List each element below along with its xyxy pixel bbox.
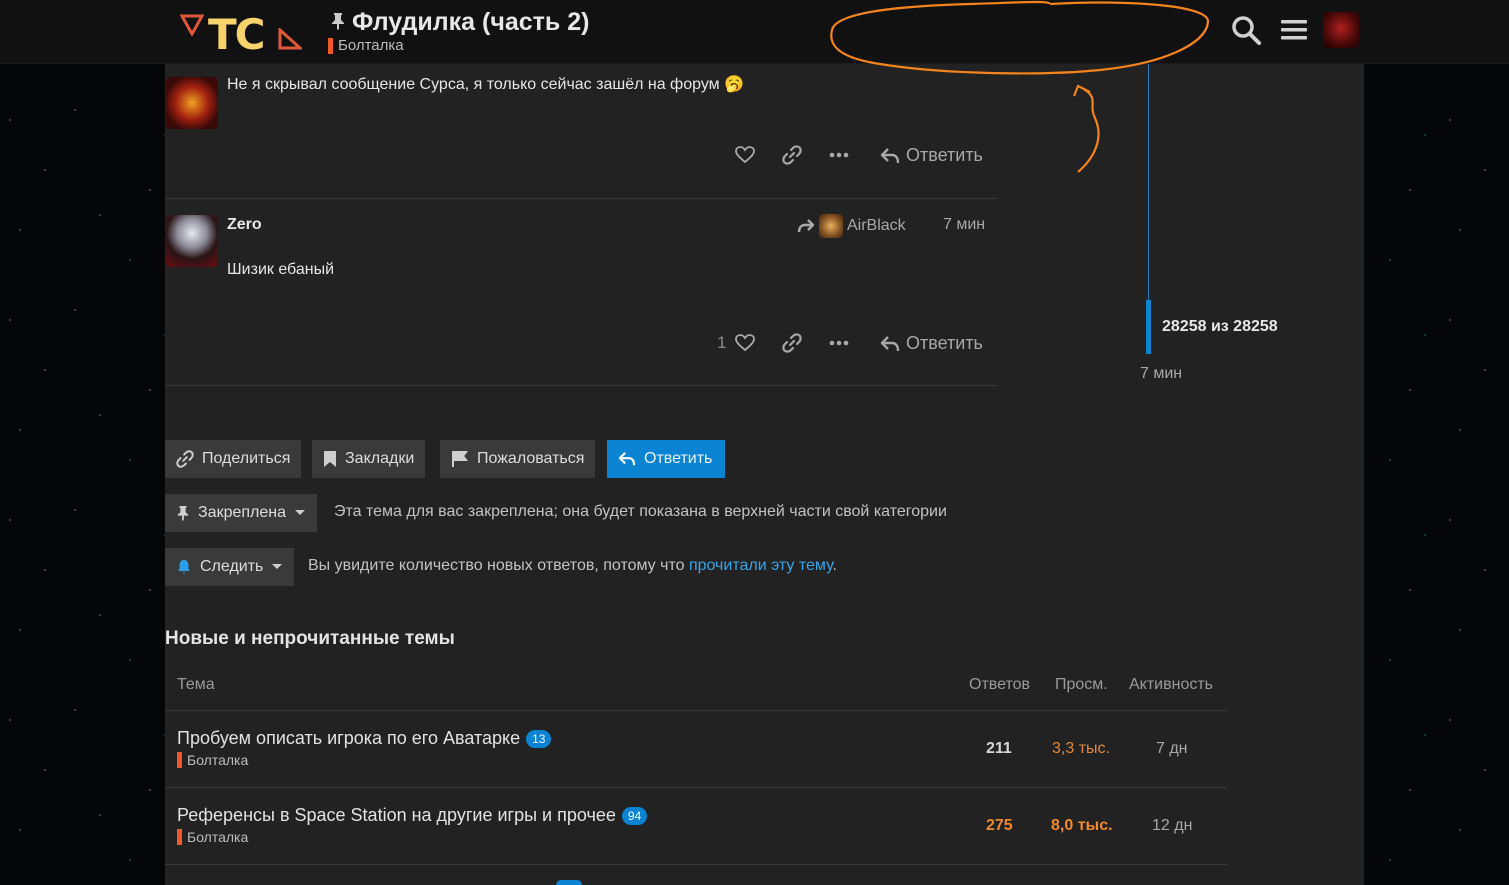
post-divider [165, 385, 997, 386]
activity-time[interactable]: 7 дн [1156, 740, 1188, 758]
reply-label: Ответить [906, 145, 983, 165]
views-count: 3,3 тыс. [1052, 740, 1110, 757]
bookmark-label: Закладки [345, 450, 415, 467]
column-header-views[interactable]: Просм. [1055, 676, 1108, 694]
caret-down-icon [295, 510, 305, 515]
flag-button[interactable]: Пожаловаться [440, 440, 596, 478]
category-name: Болталка [187, 752, 249, 768]
flag-label: Пожаловаться [477, 450, 585, 467]
timeline-scroller-handle[interactable] [1146, 300, 1151, 354]
reply-to-avatar [819, 214, 843, 238]
unread-count-badge[interactable]: 94 [621, 806, 648, 825]
category-name: Болталка [338, 37, 404, 54]
post-text: Не я скрывал сообщение Сурса, я только с… [227, 76, 720, 93]
topic-title-link[interactable]: Референсы в Space Station на другие игры… [177, 805, 616, 826]
row-category-badge[interactable]: Болталка [177, 829, 248, 845]
timeline-position[interactable]: 28258 из 28258 [1162, 318, 1278, 336]
post-reply-button[interactable]: Ответить [880, 333, 983, 354]
pin-icon [332, 13, 344, 30]
notification-level-label: Следить [200, 558, 264, 575]
caret-down-icon [272, 564, 283, 569]
reply-label: Ответить [906, 333, 983, 353]
table-row-divider [165, 864, 1227, 865]
topic-title-link[interactable]: Пробуем описать игрока по его Аватарке [177, 728, 520, 749]
column-header-replies[interactable]: Ответов [969, 676, 1030, 694]
header-category-badge[interactable]: Болталка [328, 37, 404, 54]
activity-time[interactable]: 12 дн [1152, 817, 1192, 835]
copy-link-icon[interactable] [782, 145, 802, 165]
pinned-label: Закреплена [198, 504, 286, 521]
topic-reply-button[interactable]: Ответить [607, 440, 725, 478]
reply-to-username: AirBlack [847, 217, 906, 234]
like-count[interactable]: 1 [717, 333, 726, 353]
notification-description: Вы увидите количество новых ответов, пот… [308, 557, 837, 575]
share-button[interactable]: Поделиться [165, 440, 302, 478]
pin-icon [177, 506, 189, 521]
pinned-description: Эта тема для вас закреплена; она будет п… [334, 503, 947, 520]
post-reply-button[interactable]: Ответить [880, 145, 983, 166]
notification-text: Вы увидите количество новых ответов, пот… [308, 557, 689, 574]
read-topic-link[interactable]: прочитали эту тему [689, 557, 833, 574]
share-label: Поделиться [202, 450, 291, 467]
post-text: Шизик ебаный [227, 261, 335, 278]
pinned-dropdown[interactable]: Закреплена [165, 494, 317, 532]
bookmark-button[interactable]: Закладки [312, 440, 426, 478]
topic-reply-label: Ответить [644, 450, 713, 467]
post-date[interactable]: 7 мин [943, 216, 985, 234]
site-logo[interactable]: TC [180, 6, 305, 59]
timeline-track[interactable] [1148, 64, 1149, 300]
reply-to-tab[interactable]: AirBlack [797, 214, 906, 238]
reply-arrow-icon [880, 147, 900, 163]
post-divider [165, 198, 997, 199]
replies-count: 211 [986, 740, 1012, 757]
category-name: Болталка [187, 829, 249, 845]
logo-right-triangle-icon [278, 28, 302, 50]
category-color-swatch [328, 37, 333, 54]
flag-icon [452, 451, 468, 467]
category-color-swatch [177, 752, 182, 768]
logo-text: TC [208, 10, 266, 59]
post-author-avatar[interactable] [166, 215, 218, 267]
table-header-divider [165, 710, 1227, 711]
bell-icon [178, 560, 190, 574]
unread-count-badge[interactable]: 13 [526, 729, 552, 748]
row-category-badge[interactable]: Болталка [177, 752, 248, 768]
post-author-avatar[interactable] [166, 77, 218, 129]
logo-left-triangle-icon [180, 14, 204, 36]
column-header-activity[interactable]: Активность [1129, 676, 1213, 694]
more-options-icon[interactable] [829, 340, 849, 346]
copy-link-icon[interactable] [782, 333, 802, 353]
replies-count: 275 [986, 817, 1013, 834]
reply-arrow-icon [880, 335, 900, 351]
views-count: 8,0 тыс. [1051, 817, 1113, 834]
post-username[interactable]: Zero [227, 216, 262, 234]
unread-count-badge-partial[interactable] [556, 880, 582, 885]
table-row-title[interactable]: Пробуем описать игрока по его Аватарке 1… [177, 728, 552, 749]
search-icon[interactable] [1230, 14, 1262, 46]
bookmark-icon [324, 451, 336, 467]
share-arrow-icon [797, 219, 815, 233]
table-row-title[interactable]: Референсы в Space Station на другие игры… [177, 805, 648, 826]
notification-text-tail: . [832, 557, 837, 574]
like-heart-icon[interactable] [735, 146, 755, 164]
column-header-topic[interactable]: Тема [177, 676, 215, 694]
topic-title[interactable]: Флудилка (часть 2) [352, 8, 589, 37]
user-avatar[interactable] [1323, 12, 1359, 48]
more-options-icon[interactable] [829, 152, 849, 158]
timeline-last-date[interactable]: 7 мин [1140, 365, 1182, 383]
post-body: Не я скрывал сообщение Сурса, я только с… [227, 74, 744, 94]
notification-level-dropdown[interactable]: Следить [165, 548, 295, 586]
hamburger-menu-icon[interactable] [1278, 14, 1310, 46]
like-heart-icon[interactable] [735, 334, 755, 352]
category-color-swatch [177, 829, 182, 845]
suggested-topics-heading: Новые и непрочитанные темы [165, 628, 455, 649]
table-row-divider [165, 787, 1227, 788]
reply-arrow-icon [618, 451, 636, 466]
link-icon [176, 450, 194, 468]
yawning-emoji: 🥱 [724, 76, 745, 93]
